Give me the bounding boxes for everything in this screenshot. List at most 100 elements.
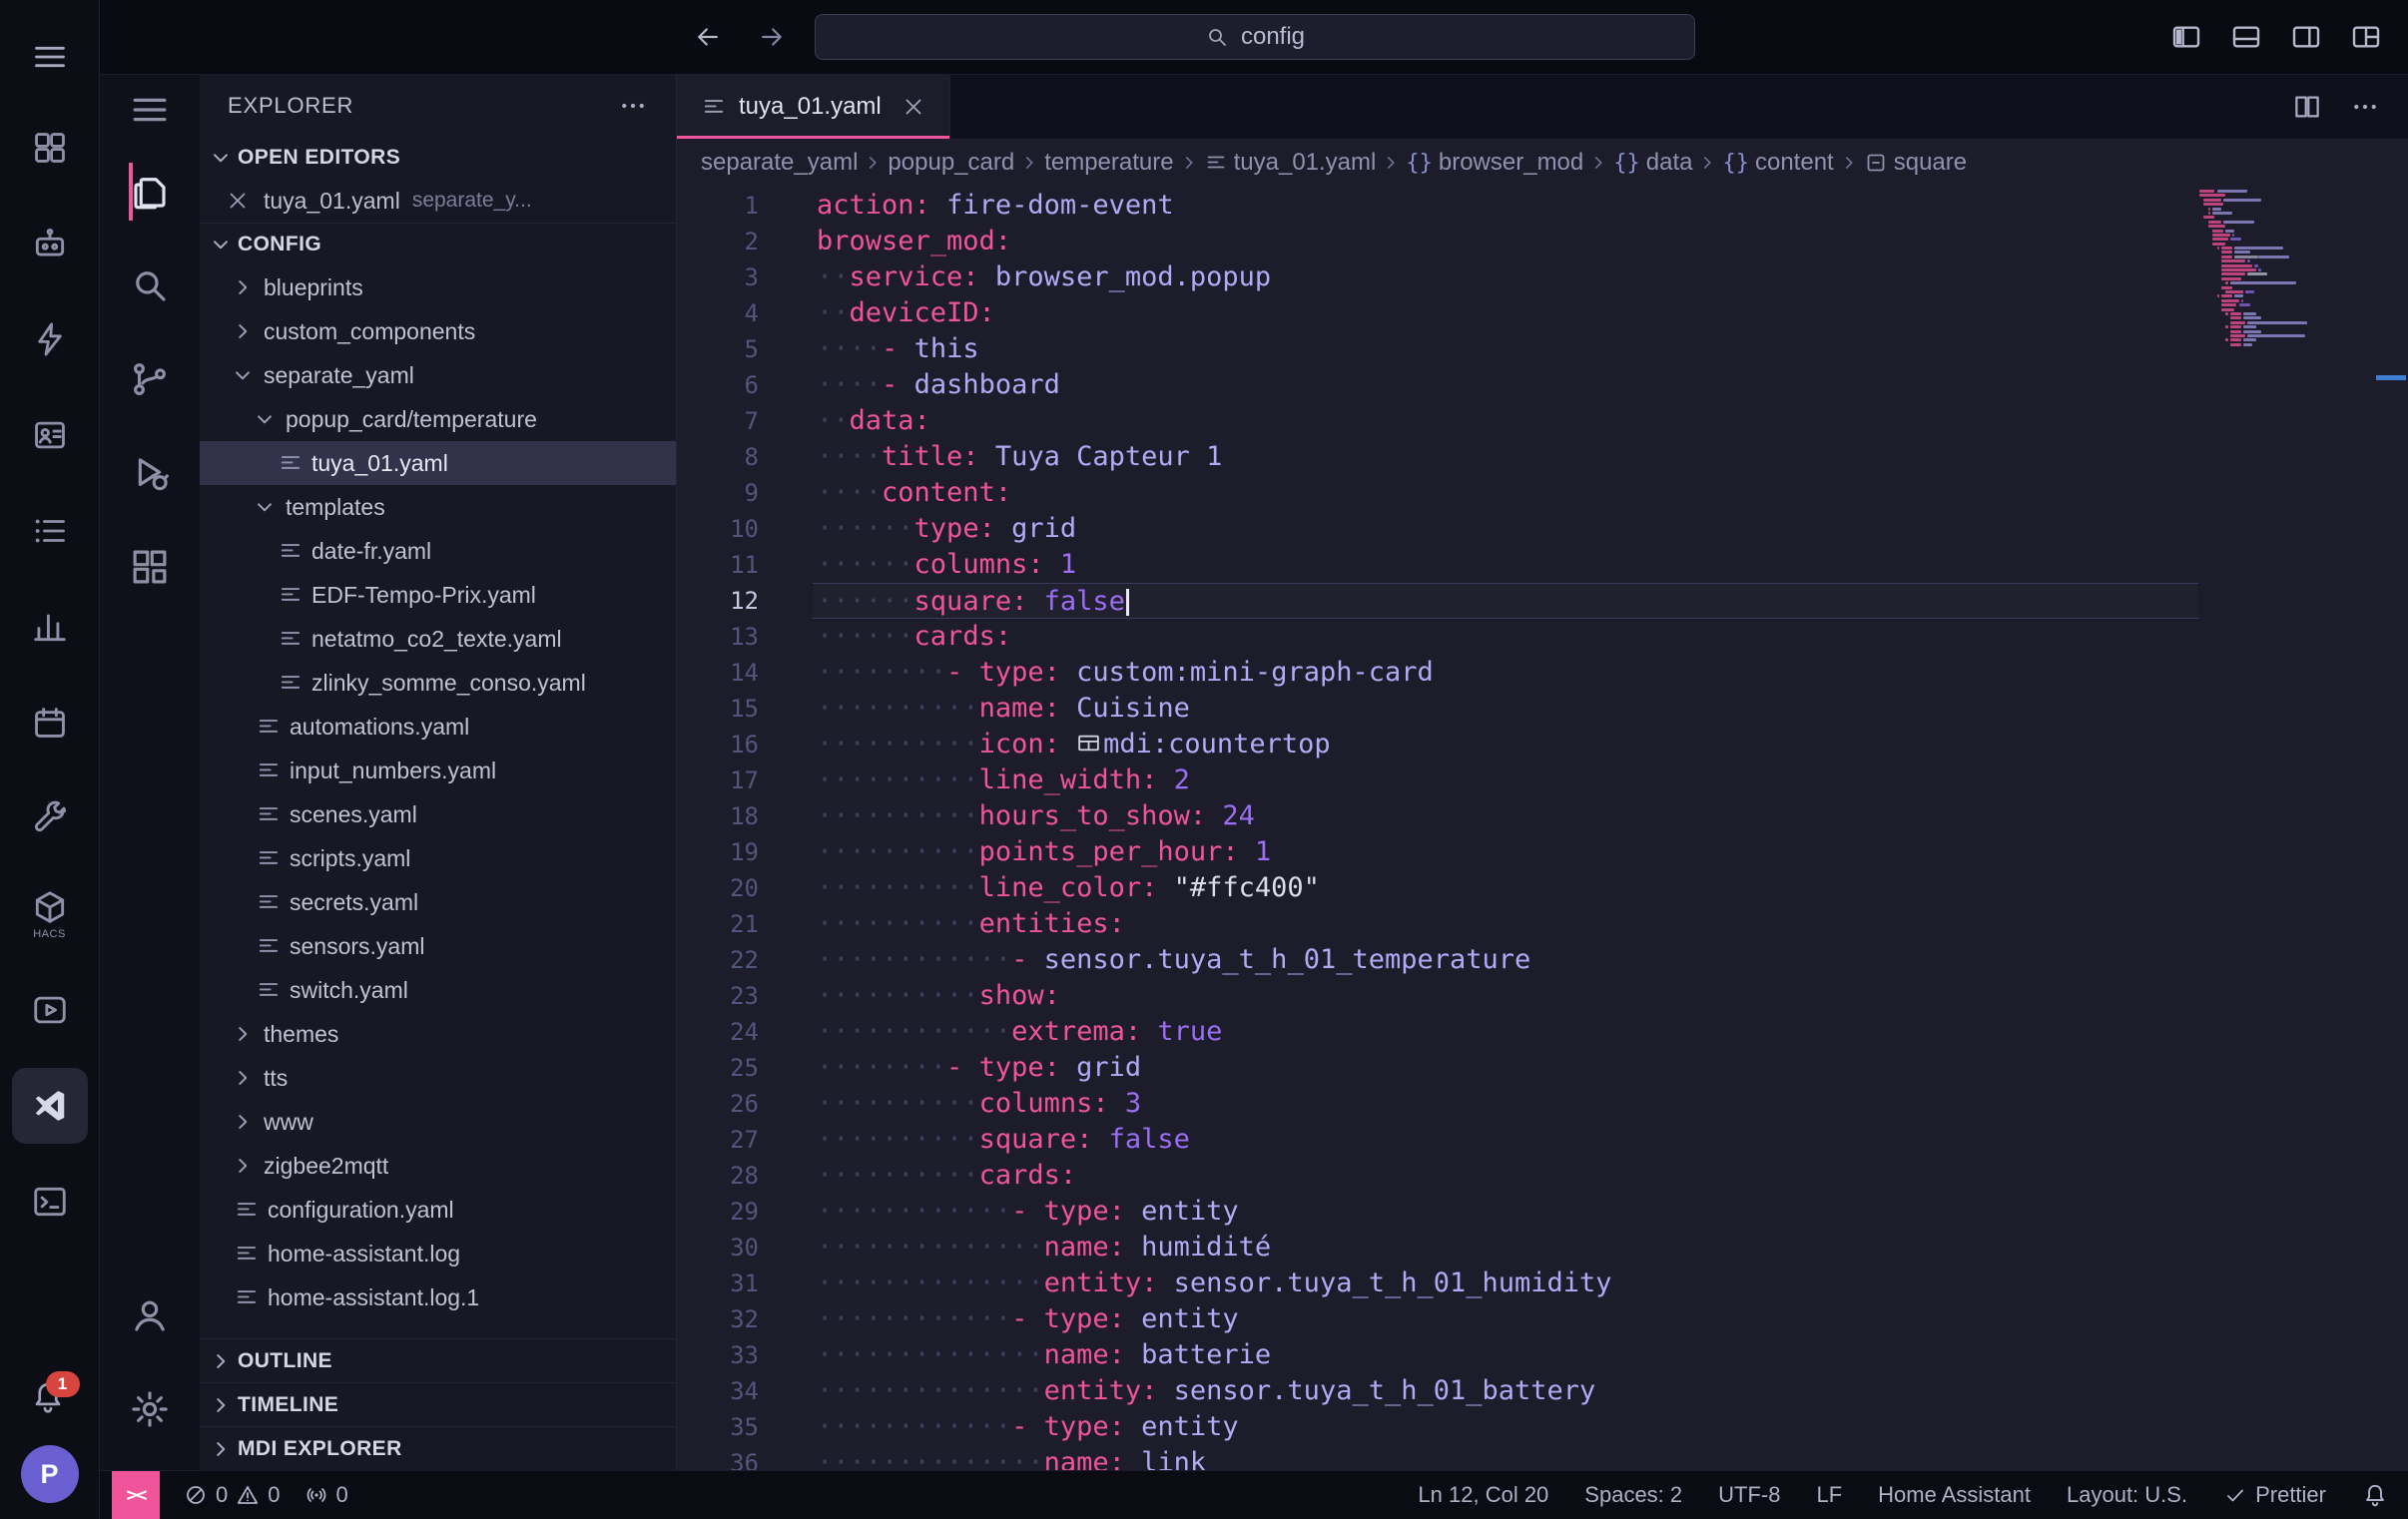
tree-item-www[interactable]: www: [200, 1100, 676, 1144]
tree-item-sensors-yaml[interactable]: sensors.yaml: [200, 924, 676, 968]
code-line-12[interactable]: 12······square: false: [677, 583, 2408, 619]
breadcrumb-tuya-01-yaml[interactable]: tuya_01.yaml: [1202, 149, 1379, 177]
ha-sidebar-item-vscode[interactable]: [12, 1068, 88, 1144]
tree-item-zigbee2mqtt[interactable]: zigbee2mqtt: [200, 1144, 676, 1188]
tree-item-switch-yaml[interactable]: switch.yaml: [200, 968, 676, 1012]
ha-sidebar-item-calendar[interactable]: [12, 675, 88, 770]
tab-tuya-01-yaml[interactable]: tuya_01.yaml: [677, 75, 950, 139]
breadcrumb-content[interactable]: {}content: [1720, 149, 1835, 177]
remote-indicator[interactable]: ><: [112, 1471, 160, 1519]
ha-sidebar-item-terminal[interactable]: [12, 1154, 88, 1250]
user-avatar[interactable]: P: [21, 1445, 79, 1503]
status-item-spaces-2[interactable]: Spaces: 2: [1584, 1482, 1682, 1508]
code-line-23[interactable]: 23··········show:: [677, 978, 2408, 1014]
code-line-15[interactable]: 15··········name: Cuisine: [677, 691, 2408, 727]
forward-button[interactable]: [757, 22, 787, 52]
ha-sidebar-item-dashboard[interactable]: [12, 100, 88, 196]
explorer-more-actions-button[interactable]: [618, 91, 648, 121]
mdi-explorer-section-header[interactable]: MDI EXPLORER: [200, 1426, 676, 1470]
close-editor-icon[interactable]: [226, 189, 250, 213]
code-line-11[interactable]: 11······columns: 1: [677, 547, 2408, 583]
tree-item-themes[interactable]: themes: [200, 1012, 676, 1056]
tree-item-popup-card-temperature[interactable]: popup_card/temperature: [200, 397, 676, 441]
breadcrumb-browser-mod[interactable]: {}browser_mod: [1404, 149, 1585, 177]
minimap[interactable]: [2199, 190, 2311, 347]
breadcrumb-data[interactable]: {}data: [1611, 149, 1694, 177]
code-line-26[interactable]: 26··········columns: 3: [677, 1086, 2408, 1122]
tree-item-home-assistant-log[interactable]: home-assistant.log: [200, 1232, 676, 1275]
code-line-34[interactable]: 34··············entity: sensor.tuya_t_h_…: [677, 1373, 2408, 1409]
tree-item-scenes-yaml[interactable]: scenes.yaml: [200, 792, 676, 836]
tree-item-tts[interactable]: tts: [200, 1056, 676, 1100]
ha-sidebar-item-logbook[interactable]: [12, 483, 88, 579]
code-line-21[interactable]: 21··········entities:: [677, 906, 2408, 942]
code-line-18[interactable]: 18··········hours_to_show: 24: [677, 798, 2408, 834]
ha-sidebar-item-hacs[interactable]: HACS: [12, 866, 88, 962]
tree-item-separate-yaml[interactable]: separate_yaml: [200, 353, 676, 397]
ha-menu-button[interactable]: [0, 14, 99, 100]
code-line-20[interactable]: 20··········line_color: "#ffc400": [677, 870, 2408, 906]
editor-more-actions-button[interactable]: [2350, 92, 2380, 122]
ha-sidebar-item-person-badge[interactable]: [12, 387, 88, 483]
code-line-16[interactable]: 16··········icon: mdi:countertop: [677, 727, 2408, 762]
status-item-home-assistant[interactable]: Home Assistant: [1878, 1482, 2031, 1508]
ha-sidebar-item-robot[interactable]: [12, 196, 88, 291]
code-line-29[interactable]: 29············- type: entity: [677, 1194, 2408, 1230]
split-editor-button[interactable]: [2292, 92, 2322, 122]
tree-item-date-fr-yaml[interactable]: date-fr.yaml: [200, 529, 676, 573]
code-line-33[interactable]: 33··············name: batterie: [677, 1337, 2408, 1373]
open-editor-item[interactable]: tuya_01.yaml separate_y...: [200, 179, 676, 223]
tree-item-input-numbers-yaml[interactable]: input_numbers.yaml: [200, 749, 676, 792]
status-item-utf-8[interactable]: UTF-8: [1718, 1482, 1780, 1508]
ha-sidebar-item-energy[interactable]: [12, 291, 88, 387]
code-editor[interactable]: 1action: fire-dom-event2browser_mod:3··s…: [677, 186, 2408, 1470]
code-line-1[interactable]: 1action: fire-dom-event: [677, 188, 2408, 224]
code-line-8[interactable]: 8····title: Tuya Capteur 1: [677, 439, 2408, 475]
prettier-status[interactable]: Prettier: [2223, 1482, 2326, 1508]
breadcrumb-temperature[interactable]: temperature: [1042, 149, 1175, 177]
breadcrumb-square[interactable]: square: [1862, 149, 1969, 177]
activity-source-control-button[interactable]: [129, 332, 171, 426]
activity-search-button[interactable]: [129, 239, 171, 332]
breadcrumb-separate-yaml[interactable]: separate_yaml: [699, 149, 860, 177]
code-line-28[interactable]: 28··········cards:: [677, 1158, 2408, 1194]
tree-item-home-assistant-log-1[interactable]: home-assistant.log.1: [200, 1275, 676, 1319]
tree-item-scripts-yaml[interactable]: scripts.yaml: [200, 836, 676, 880]
status-item-ln-12-col-20[interactable]: Ln 12, Col 20: [1418, 1482, 1548, 1508]
config-section-header[interactable]: CONFIG: [200, 223, 676, 265]
ha-sidebar-item-tools[interactable]: [12, 770, 88, 866]
code-line-14[interactable]: 14········- type: custom:mini-graph-card: [677, 655, 2408, 691]
code-line-6[interactable]: 6····- dashboard: [677, 367, 2408, 403]
outline-section-header[interactable]: OUTLINE: [200, 1338, 676, 1382]
status-item-layout-u-s[interactable]: Layout: U.S.: [2067, 1482, 2187, 1508]
activity-settings-button[interactable]: [100, 1362, 200, 1456]
code-line-7[interactable]: 7··data:: [677, 403, 2408, 439]
code-line-30[interactable]: 30··············name: humidité: [677, 1230, 2408, 1266]
ha-sidebar-item-media[interactable]: [12, 962, 88, 1058]
activity-menu-button[interactable]: [129, 75, 171, 145]
code-line-35[interactable]: 35············- type: entity: [677, 1409, 2408, 1445]
toggle-panel-button[interactable]: [2230, 21, 2262, 53]
code-line-24[interactable]: 24············extrema: true: [677, 1014, 2408, 1050]
code-line-3[interactable]: 3··service: browser_mod.popup: [677, 259, 2408, 295]
tree-item-tuya-01-yaml[interactable]: tuya_01.yaml: [200, 441, 676, 485]
status-item-lf[interactable]: LF: [1816, 1482, 1842, 1508]
code-line-4[interactable]: 4··deviceID:: [677, 295, 2408, 331]
command-center-search[interactable]: config: [815, 14, 1695, 60]
toggle-secondary-sidebar-button[interactable]: [2290, 21, 2322, 53]
code-line-9[interactable]: 9····content:: [677, 475, 2408, 511]
toggle-sidebar-button[interactable]: [2170, 21, 2202, 53]
code-line-17[interactable]: 17··········line_width: 2: [677, 762, 2408, 798]
code-line-27[interactable]: 27··········square: false: [677, 1122, 2408, 1158]
activity-extensions-button[interactable]: [129, 520, 171, 614]
tree-item-automations-yaml[interactable]: automations.yaml: [200, 705, 676, 749]
activity-debug-button[interactable]: [129, 426, 171, 520]
timeline-section-header[interactable]: TIMELINE: [200, 1382, 676, 1426]
notifications-button[interactable]: 1: [30, 1379, 70, 1419]
code-line-25[interactable]: 25········- type: grid: [677, 1050, 2408, 1086]
code-line-19[interactable]: 19··········points_per_hour: 1: [677, 834, 2408, 870]
activity-account-button[interactable]: [100, 1268, 200, 1362]
code-line-31[interactable]: 31··············entity: sensor.tuya_t_h_…: [677, 1266, 2408, 1301]
tree-item-zlinky-somme-conso-yaml[interactable]: zlinky_somme_conso.yaml: [200, 661, 676, 705]
open-editors-section-header[interactable]: OPEN EDITORS: [200, 137, 676, 179]
